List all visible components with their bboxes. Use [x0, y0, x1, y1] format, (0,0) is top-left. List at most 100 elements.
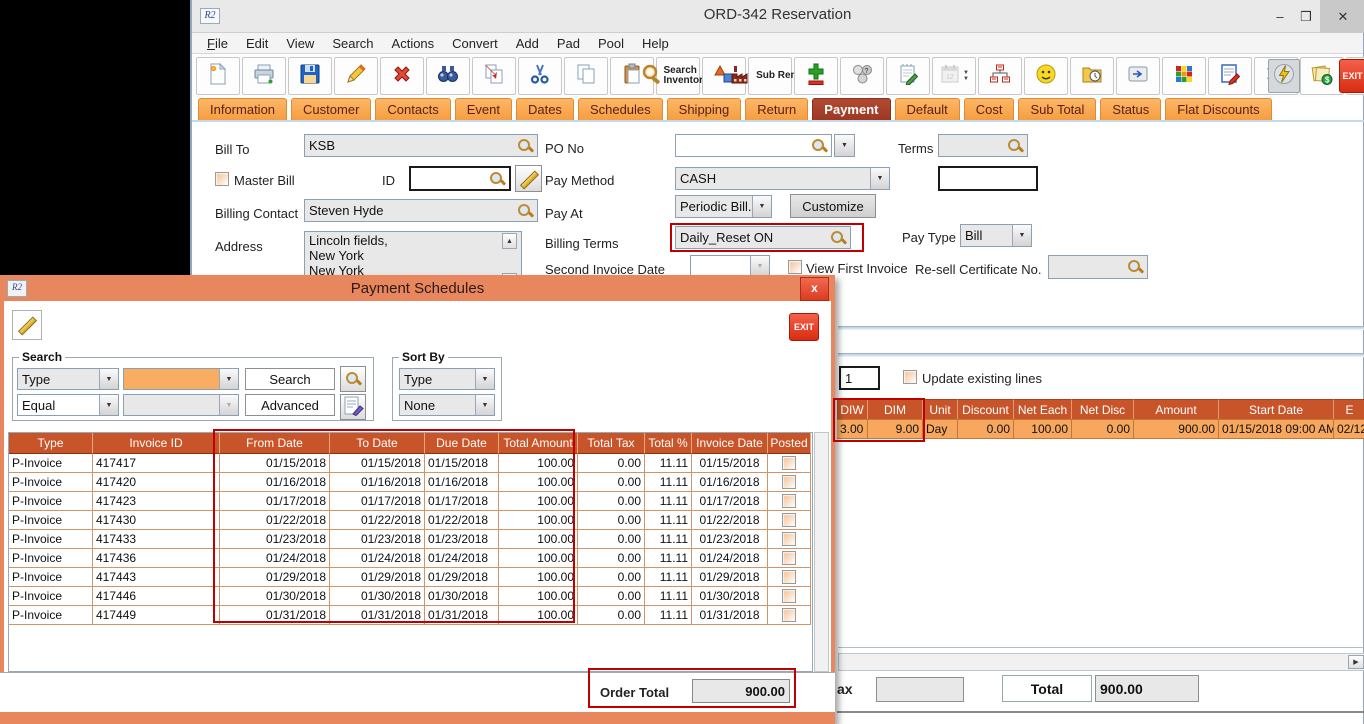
menu-file[interactable]: File [198, 33, 237, 53]
dialog-exit-button[interactable]: EXIT [789, 313, 819, 341]
billing-contact-field[interactable]: Steven Hyde [304, 199, 538, 222]
dialog-title-bar[interactable]: R2 Payment Schedules x [0, 275, 835, 301]
tab-default[interactable]: Default [895, 98, 960, 120]
smiley-button[interactable] [1024, 57, 1068, 95]
lightning-button[interactable] [1268, 59, 1300, 93]
customize-button[interactable]: Customize [790, 194, 876, 218]
advanced-find-button[interactable] [340, 394, 366, 420]
column-header-total-tax[interactable]: Total Tax [578, 433, 645, 454]
column-header-net-disc[interactable]: Net Disc [1072, 399, 1134, 419]
close-button[interactable]: ✕ [1320, 0, 1364, 33]
save-button[interactable] [288, 57, 332, 95]
search-icon[interactable] [830, 230, 846, 246]
pad-notepad-button[interactable] [886, 57, 930, 95]
search-icon[interactable] [1127, 259, 1143, 275]
tax-field[interactable] [876, 677, 964, 702]
menu-help[interactable]: Help [633, 33, 678, 53]
po-no-dropdown[interactable] [834, 134, 855, 157]
edit-pencil-button[interactable] [334, 57, 378, 95]
search-term-dropdown[interactable] [123, 368, 239, 390]
posted-checkbox[interactable] [782, 570, 796, 584]
chevron-down-icon[interactable] [1012, 225, 1031, 246]
chevron-down-icon[interactable] [219, 369, 238, 389]
rubik-cubes-button[interactable] [1162, 57, 1206, 95]
scroll-right-icon[interactable]: ▶ [1348, 655, 1364, 669]
chevron-down-icon[interactable] [475, 395, 494, 415]
second-invoice-date-field[interactable] [690, 255, 770, 277]
menu-actions[interactable]: Actions [383, 33, 444, 53]
pay-type-dropdown[interactable]: Bill [960, 224, 1032, 247]
posted-checkbox[interactable] [782, 513, 796, 527]
sortby-field1-dropdown[interactable]: Type [399, 368, 495, 390]
search-field-dropdown[interactable]: Type [17, 368, 119, 390]
column-header-total-amount[interactable]: Total Amount [499, 433, 578, 454]
tab-shipping[interactable]: Shipping [667, 98, 742, 120]
pay-method-extra-field[interactable] [938, 166, 1038, 191]
edit-id-button[interactable] [515, 165, 542, 192]
tab-dates[interactable]: Dates [516, 98, 574, 120]
search-icon[interactable] [1007, 138, 1023, 154]
add-plus-minus-button[interactable] [794, 57, 838, 95]
tab-sub-total[interactable]: Sub Total [1018, 98, 1096, 120]
menu-convert[interactable]: Convert [443, 33, 507, 53]
po-no-field[interactable] [675, 134, 832, 157]
column-header-from-date[interactable]: From Date [220, 433, 330, 454]
column-header-due-date[interactable]: Due Date [425, 433, 499, 454]
table-row[interactable]: P-Invoice41742001/16/201801/16/201801/16… [9, 473, 812, 492]
horizontal-scrollbar[interactable]: ▶ [838, 653, 1364, 671]
keyboard-key-button[interactable] [1116, 57, 1160, 95]
calendar-button[interactable]: 12▼▼ [932, 57, 976, 95]
chevron-down-icon[interactable] [870, 168, 889, 189]
column-header-amount[interactable]: Amount [1134, 399, 1219, 419]
posted-checkbox[interactable] [782, 494, 796, 508]
chevron-down-icon[interactable] [99, 369, 118, 389]
tab-event[interactable]: Event [455, 98, 512, 120]
tab-customer[interactable]: Customer [291, 98, 371, 120]
scroll-up-icon[interactable]: ▲ [502, 233, 517, 249]
search-icon[interactable] [811, 138, 827, 154]
find-binoculars-button[interactable] [426, 57, 470, 95]
search-button[interactable]: Search [245, 368, 335, 390]
column-header-total-[interactable]: Total % [645, 433, 692, 454]
table-row[interactable]: P-Invoice41742301/17/201801/17/201801/17… [9, 492, 812, 511]
chevron-down-icon[interactable] [99, 395, 118, 415]
tab-return[interactable]: Return [745, 98, 808, 120]
column-header-invoice-date[interactable]: Invoice Date [692, 433, 768, 454]
column-header-to-date[interactable]: To Date [330, 433, 425, 454]
billing-terms-field[interactable]: Daily_Reset ON [675, 226, 851, 249]
table-row[interactable]: P-Invoice41743601/24/201801/24/201801/24… [9, 549, 812, 568]
column-header-dim[interactable]: DIM [868, 399, 923, 419]
note-edit-button[interactable] [1208, 57, 1252, 95]
menu-pool[interactable]: Pool [589, 33, 633, 53]
tab-schedules[interactable]: Schedules [578, 98, 663, 120]
tab-information[interactable]: Information [198, 98, 287, 120]
table-row[interactable]: P-Invoice41744301/29/201801/29/201801/29… [9, 568, 812, 587]
pool-balls-button[interactable]: ? [840, 57, 884, 95]
id-field[interactable] [409, 166, 511, 191]
menu-pad[interactable]: Pad [548, 33, 589, 53]
table-row[interactable]: P-Invoice41744901/31/201801/31/201801/31… [9, 606, 812, 625]
menu-edit[interactable]: Edit [237, 33, 277, 53]
schedules-vertical-scrollbar[interactable] [814, 432, 829, 672]
sortby-field2-dropdown[interactable]: None [399, 394, 495, 416]
master-bill-checkbox[interactable] [215, 172, 229, 186]
invoice-dollar-button[interactable]: $ [1300, 57, 1344, 95]
table-row[interactable]: P-Invoice41743001/22/201801/22/201801/22… [9, 511, 812, 530]
tab-status[interactable]: Status [1100, 98, 1161, 120]
maximize-button[interactable]: ❒ [1293, 0, 1319, 33]
copy-button[interactable] [564, 57, 608, 95]
posted-checkbox[interactable] [782, 456, 796, 470]
posted-checkbox[interactable] [782, 551, 796, 565]
paste-special-button[interactable] [472, 57, 516, 95]
new-document-button[interactable] [196, 57, 240, 95]
tab-flat-discounts[interactable]: Flat Discounts [1165, 98, 1271, 120]
tab-payment[interactable]: Payment [812, 98, 890, 120]
sub-rent-button[interactable]: Sub Rent▼▼ [748, 57, 792, 95]
view-first-invoice-checkbox[interactable] [788, 260, 802, 274]
column-header-net-each[interactable]: Net Each [1014, 399, 1072, 419]
posted-checkbox[interactable] [782, 589, 796, 603]
search-operator-dropdown[interactable]: Equal [17, 394, 119, 416]
cut-scissors-button[interactable] [518, 57, 562, 95]
dialog-edit-button[interactable] [12, 310, 42, 340]
org-chart-button[interactable] [978, 57, 1022, 95]
